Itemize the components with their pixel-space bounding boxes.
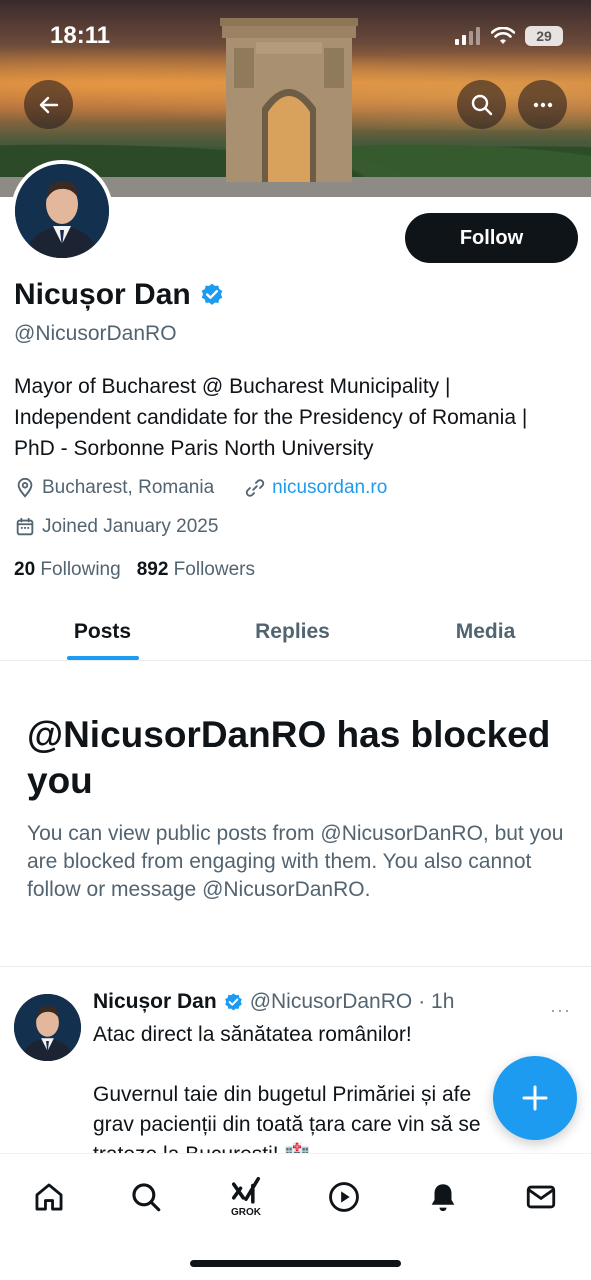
bio-line: Independent candidate for the Presidency… [14,406,528,429]
profile-joined-date: Joined January 2025 [42,516,219,537]
profile-handle: @NicusorDanRO [14,322,177,345]
post-author-handle: @NicusorDanRO [249,990,413,1013]
profile-stats: 20 Following 892 Followers [14,559,255,581]
tab-media[interactable]: Media [380,603,591,660]
profile-avatar[interactable] [11,160,113,262]
blocked-description: You can view public posts from @NicusorD… [27,822,564,901]
tab-label: Replies [255,619,330,643]
verified-badge-icon[interactable] [199,282,225,308]
bio-line: PhD - Sorbonne Paris North University [14,437,374,460]
post-header: Nicușor Dan @NicusorDanRO · 1h [93,990,454,1014]
post-line: Atac direct la sănătatea românilor! [93,1023,412,1046]
following-link[interactable]: 20 Following [14,559,121,581]
nav-notifications[interactable] [413,1172,473,1222]
profile-bio: Mayor of Bucharest @ Bucharest Municipal… [14,371,579,464]
wifi-icon [491,27,515,44]
post-more-button[interactable]: ··· [550,1000,571,1021]
plus-icon [522,1085,548,1111]
search-icon [132,1183,161,1212]
nav-explore[interactable] [116,1172,176,1222]
tab-posts[interactable]: Posts [0,603,205,660]
post-line: grav pacienții din toată țara care vin s… [93,1113,481,1136]
following-label: Following [40,559,121,580]
more-horizontal-icon [533,102,552,107]
arrow-left-icon [39,96,58,113]
home-icon [35,1183,63,1211]
status-icons: 29 [455,26,563,46]
verified-badge-icon [224,992,242,1010]
tab-replies[interactable]: Replies [205,603,380,660]
profile-name: Nicușor Dan [14,278,191,311]
post-avatar[interactable] [14,994,81,1061]
compose-post-button[interactable] [493,1056,577,1140]
battery-indicator: 29 [525,26,563,46]
profile-tabs: Posts Replies Media [0,603,591,661]
nav-grok[interactable]: GROK [216,1172,276,1222]
avatar-image [14,994,81,1061]
signal-icon [455,27,480,45]
section-divider [0,966,591,967]
profile-name-row: Nicușor Dan [14,278,225,312]
play-circle-icon [329,1182,359,1212]
calendar-icon [16,517,34,536]
followers-count: 892 [136,559,169,580]
profile-location: Bucharest, Romania [42,477,215,498]
post-line-blank [93,1050,513,1080]
nav-video[interactable] [314,1172,374,1222]
followers-link[interactable]: 892 Followers [137,559,255,581]
search-icon [471,94,492,115]
grok-icon [231,1176,261,1204]
status-time: 18:11 [50,22,111,49]
bio-line: Mayor of Bucharest @ Bucharest Municipal… [14,375,451,398]
blocked-title: @NicusorDanRO has blocked you [27,714,551,801]
following-count: 20 [14,559,36,580]
location-pin-icon [17,477,33,498]
post-time: · 1h [418,990,455,1013]
profile-meta-joined-row: Joined January 2025 [14,516,218,538]
post-line: Guvernul taie din bugetul Primăriei și a… [93,1083,472,1106]
back-button[interactable] [24,80,73,129]
bell-icon [431,1184,455,1212]
home-indicator [190,1260,401,1267]
post-author-name[interactable]: Nicușor Dan [93,990,217,1014]
post-text[interactable]: Atac direct la sănătatea românilor! Guve… [93,1020,513,1170]
tab-label: Media [455,619,516,643]
profile-meta-location-row: Bucharest, Romania nicusordan.ro [14,477,387,499]
more-options-button[interactable] [518,80,567,129]
nav-home[interactable] [19,1172,79,1222]
link-icon [245,479,265,497]
follow-button[interactable]: Follow [405,213,578,263]
active-tab-indicator [66,656,139,660]
envelope-icon [526,1185,556,1209]
avatar-image [15,164,109,258]
arch-of-triumph-image [220,18,358,182]
tab-label: Posts [73,619,132,643]
grok-label: GROK [231,1207,261,1218]
nav-messages[interactable] [511,1172,571,1222]
followers-label: Followers [173,559,255,580]
profile-website-link[interactable]: nicusordan.ro [272,477,387,499]
search-button[interactable] [457,80,506,129]
